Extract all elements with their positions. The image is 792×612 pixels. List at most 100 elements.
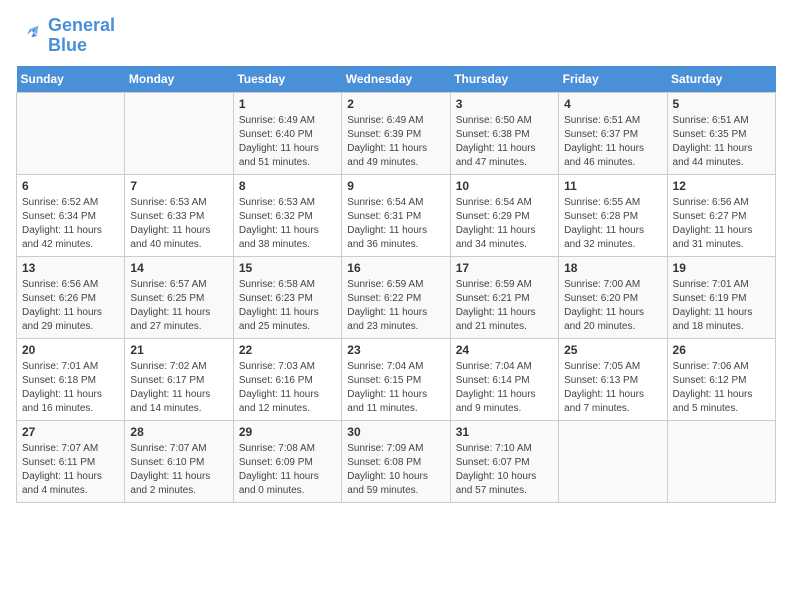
calendar-day: 26 Sunrise: 7:06 AMSunset: 6:12 PMDayligh… [667,338,775,420]
day-info: Sunrise: 6:49 AMSunset: 6:40 PMDaylight:… [239,114,336,170]
day-number: 28 [130,425,227,439]
calendar-day: 11 Sunrise: 6:55 AMSunset: 6:28 PMDayligh… [559,174,667,256]
day-info: Sunrise: 7:04 AMSunset: 6:14 PMDaylight:… [456,360,553,416]
logo-icon [16,22,44,50]
calendar-week-5: 27 Sunrise: 7:07 AMSunset: 6:11 PMDayligh… [17,420,776,502]
day-info: Sunrise: 7:00 AMSunset: 6:20 PMDaylight:… [564,278,661,334]
calendar-day [125,92,233,174]
day-number: 24 [456,343,553,357]
calendar-week-2: 6Sunrise: 6:52 AMSunset: 6:34 PMDaylight… [17,174,776,256]
calendar-day: 7 Sunrise: 6:53 AMSunset: 6:33 PMDaylight… [125,174,233,256]
day-number: 17 [456,261,553,275]
calendar-day [667,420,775,502]
logo: General Blue [16,16,115,56]
day-info: Sunrise: 6:54 AMSunset: 6:29 PMDaylight:… [456,196,553,252]
day-info: Sunrise: 7:07 AMSunset: 6:10 PMDaylight:… [130,442,227,498]
calendar-day: 16 Sunrise: 6:59 AMSunset: 6:22 PMDayligh… [342,256,450,338]
calendar-day: 30Sunrise: 7:09 AMSunset: 6:08 PMDayligh… [342,420,450,502]
calendar-day: 28 Sunrise: 7:07 AMSunset: 6:10 PMDayligh… [125,420,233,502]
weekday-header-thursday: Thursday [450,66,558,93]
day-info: Sunrise: 6:59 AMSunset: 6:22 PMDaylight:… [347,278,444,334]
calendar-day [559,420,667,502]
calendar-day: 1Sunrise: 6:49 AMSunset: 6:40 PMDaylight… [233,92,341,174]
calendar-day: 24 Sunrise: 7:04 AMSunset: 6:14 PMDayligh… [450,338,558,420]
day-number: 7 [130,179,227,193]
calendar-day: 22 Sunrise: 7:03 AMSunset: 6:16 PMDayligh… [233,338,341,420]
day-info: Sunrise: 6:54 AMSunset: 6:31 PMDaylight:… [347,196,444,252]
calendar-day: 17 Sunrise: 6:59 AMSunset: 6:21 PMDayligh… [450,256,558,338]
day-number: 26 [673,343,770,357]
day-info: Sunrise: 6:56 AMSunset: 6:26 PMDaylight:… [22,278,119,334]
day-info: Sunrise: 6:50 AMSunset: 6:38 PMDaylight:… [456,114,553,170]
day-number: 29 [239,425,336,439]
day-number: 22 [239,343,336,357]
calendar-day: 8 Sunrise: 6:53 AMSunset: 6:32 PMDaylight… [233,174,341,256]
day-info: Sunrise: 7:06 AMSunset: 6:12 PMDaylight:… [673,360,770,416]
weekday-header-saturday: Saturday [667,66,775,93]
day-info: Sunrise: 7:10 AMSunset: 6:07 PMDaylight:… [456,442,553,498]
day-number: 11 [564,179,661,193]
day-info: Sunrise: 7:09 AMSunset: 6:08 PMDaylight:… [347,442,444,498]
calendar-day: 21 Sunrise: 7:02 AMSunset: 6:17 PMDayligh… [125,338,233,420]
calendar-day: 15Sunrise: 6:58 AMSunset: 6:23 PMDayligh… [233,256,341,338]
day-info: Sunrise: 6:49 AMSunset: 6:39 PMDaylight:… [347,114,444,170]
calendar-day: 6Sunrise: 6:52 AMSunset: 6:34 PMDaylight… [17,174,125,256]
calendar-day: 19 Sunrise: 7:01 AMSunset: 6:19 PMDayligh… [667,256,775,338]
logo-text: General Blue [48,16,115,56]
weekday-header-sunday: Sunday [17,66,125,93]
day-number: 18 [564,261,661,275]
page-header: General Blue [16,16,776,56]
day-info: Sunrise: 7:02 AMSunset: 6:17 PMDaylight:… [130,360,227,416]
day-number: 9 [347,179,444,193]
day-number: 6 [22,179,119,193]
day-number: 4 [564,97,661,111]
day-info: Sunrise: 6:59 AMSunset: 6:21 PMDaylight:… [456,278,553,334]
day-info: Sunrise: 6:55 AMSunset: 6:28 PMDaylight:… [564,196,661,252]
day-info: Sunrise: 6:51 AMSunset: 6:35 PMDaylight:… [673,114,770,170]
day-number: 3 [456,97,553,111]
day-number: 21 [130,343,227,357]
day-number: 15 [239,261,336,275]
day-info: Sunrise: 7:05 AMSunset: 6:13 PMDaylight:… [564,360,661,416]
day-number: 27 [22,425,119,439]
day-info: Sunrise: 7:04 AMSunset: 6:15 PMDaylight:… [347,360,444,416]
calendar-day: 3 Sunrise: 6:50 AMSunset: 6:38 PMDaylight… [450,92,558,174]
day-info: Sunrise: 6:56 AMSunset: 6:27 PMDaylight:… [673,196,770,252]
day-info: Sunrise: 7:03 AMSunset: 6:16 PMDaylight:… [239,360,336,416]
calendar-day: 20 Sunrise: 7:01 AMSunset: 6:18 PMDayligh… [17,338,125,420]
day-number: 16 [347,261,444,275]
day-info: Sunrise: 6:53 AMSunset: 6:32 PMDaylight:… [239,196,336,252]
day-number: 10 [456,179,553,193]
day-info: Sunrise: 6:57 AMSunset: 6:25 PMDaylight:… [130,278,227,334]
day-number: 5 [673,97,770,111]
calendar-day: 2 Sunrise: 6:49 AMSunset: 6:39 PMDaylight… [342,92,450,174]
day-info: Sunrise: 7:07 AMSunset: 6:11 PMDaylight:… [22,442,119,498]
day-info: Sunrise: 7:01 AMSunset: 6:18 PMDaylight:… [22,360,119,416]
weekday-header-monday: Monday [125,66,233,93]
calendar-day: 23 Sunrise: 7:04 AMSunset: 6:15 PMDayligh… [342,338,450,420]
calendar-day: 12Sunrise: 6:56 AMSunset: 6:27 PMDayligh… [667,174,775,256]
weekday-header-wednesday: Wednesday [342,66,450,93]
weekday-header-tuesday: Tuesday [233,66,341,93]
calendar-day: 9 Sunrise: 6:54 AMSunset: 6:31 PMDaylight… [342,174,450,256]
calendar-day: 4 Sunrise: 6:51 AMSunset: 6:37 PMDaylight… [559,92,667,174]
day-number: 19 [673,261,770,275]
calendar-day: 29Sunrise: 7:08 AMSunset: 6:09 PMDayligh… [233,420,341,502]
day-info: Sunrise: 7:01 AMSunset: 6:19 PMDaylight:… [673,278,770,334]
calendar-table: SundayMondayTuesdayWednesdayThursdayFrid… [16,66,776,503]
calendar-day [17,92,125,174]
calendar-day: 10 Sunrise: 6:54 AMSunset: 6:29 PMDayligh… [450,174,558,256]
day-info: Sunrise: 6:51 AMSunset: 6:37 PMDaylight:… [564,114,661,170]
day-number: 8 [239,179,336,193]
day-number: 13 [22,261,119,275]
weekday-header-friday: Friday [559,66,667,93]
day-number: 20 [22,343,119,357]
day-number: 2 [347,97,444,111]
calendar-day: 18 Sunrise: 7:00 AMSunset: 6:20 PMDayligh… [559,256,667,338]
calendar-week-1: 1Sunrise: 6:49 AMSunset: 6:40 PMDaylight… [17,92,776,174]
calendar-day: 13 Sunrise: 6:56 AMSunset: 6:26 PMDayligh… [17,256,125,338]
calendar-day: 25Sunrise: 7:05 AMSunset: 6:13 PMDayligh… [559,338,667,420]
calendar-day: 27 Sunrise: 7:07 AMSunset: 6:11 PMDayligh… [17,420,125,502]
day-number: 23 [347,343,444,357]
day-info: Sunrise: 6:53 AMSunset: 6:33 PMDaylight:… [130,196,227,252]
